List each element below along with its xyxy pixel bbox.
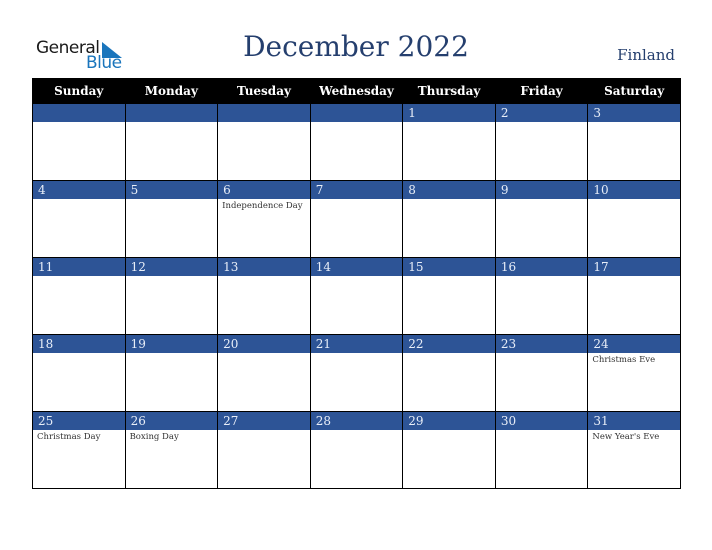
- country-label: Finland: [617, 46, 675, 64]
- weekday-header-sunday: Sunday: [32, 78, 126, 104]
- day-cell[interactable]: 10: [587, 180, 681, 258]
- day-number: 11: [33, 258, 125, 276]
- weekday-header-row: Sunday Monday Tuesday Wednesday Thursday Frid…: [32, 78, 681, 104]
- day-cell[interactable]: 23: [494, 334, 589, 412]
- day-cell[interactable]: 11: [32, 257, 126, 335]
- day-number: 13: [218, 258, 310, 276]
- day-number: 1: [403, 104, 495, 122]
- week-row: 123: [32, 103, 681, 181]
- day-cell[interactable]: 24 Christmas Eve: [587, 334, 681, 412]
- day-cell[interactable]: 21: [309, 334, 404, 412]
- day-cell[interactable]: [217, 103, 311, 181]
- day-cell[interactable]: 1: [402, 103, 496, 181]
- day-number: 20: [218, 335, 310, 353]
- day-number: 17: [588, 258, 680, 276]
- day-number: 19: [125, 335, 218, 353]
- weekday-header-friday: Friday: [494, 78, 589, 104]
- day-number: 29: [403, 412, 495, 430]
- day-number: 22: [403, 335, 495, 353]
- day-cell[interactable]: 5: [124, 180, 219, 258]
- day-cell[interactable]: 22: [402, 334, 496, 412]
- day-cell[interactable]: 2: [494, 103, 589, 181]
- day-cell[interactable]: 31 New Year's Eve: [587, 411, 681, 489]
- day-number: [33, 104, 125, 122]
- weekday-header-saturday: Saturday: [587, 78, 681, 104]
- day-number: 31: [588, 412, 680, 430]
- day-cell[interactable]: 7: [309, 180, 404, 258]
- weekday-header-thursday: Thursday: [402, 78, 496, 104]
- day-cell[interactable]: 12: [124, 257, 219, 335]
- day-cell[interactable]: 18: [32, 334, 126, 412]
- day-cell[interactable]: 13: [217, 257, 311, 335]
- day-cell[interactable]: 26 Boxing Day: [124, 411, 219, 489]
- week-row: 4 5 6 Independence Day 7 8 9 10: [32, 180, 681, 258]
- holiday-label: Christmas Day: [37, 432, 101, 442]
- day-cell[interactable]: 27: [217, 411, 311, 489]
- day-cell[interactable]: 4: [32, 180, 126, 258]
- calendar-title: December 2022: [243, 30, 469, 63]
- day-number: 18: [33, 335, 125, 353]
- day-cell[interactable]: 9: [494, 180, 589, 258]
- day-number: 4: [33, 181, 125, 199]
- day-number: 27: [218, 412, 310, 430]
- weekday-header-tuesday: Tuesday: [217, 78, 311, 104]
- day-cell[interactable]: 30: [494, 411, 589, 489]
- day-number: 14: [310, 258, 403, 276]
- day-number: 9: [495, 181, 588, 199]
- day-number: 16: [495, 258, 588, 276]
- day-number: 8: [403, 181, 495, 199]
- week-row: 18 19 20 21 22 23 24 Christmas Eve: [32, 334, 681, 412]
- week-row: 11 12 13 14 15 16 17: [32, 257, 681, 335]
- day-cell[interactable]: 25 Christmas Day: [32, 411, 126, 489]
- day-number: 23: [495, 335, 588, 353]
- day-number: [310, 104, 403, 122]
- day-number: [125, 104, 218, 122]
- day-cell[interactable]: 19: [124, 334, 219, 412]
- day-cell[interactable]: 6 Independence Day: [217, 180, 311, 258]
- day-number: 6: [218, 181, 310, 199]
- day-number: 25: [33, 412, 125, 430]
- day-cell[interactable]: 20: [217, 334, 311, 412]
- day-cell[interactable]: [124, 103, 219, 181]
- day-number: 5: [125, 181, 218, 199]
- week-row: 25 Christmas Day 26 Boxing Day 27 28 29 30 31 New…: [32, 411, 681, 489]
- weekday-header-monday: Monday: [124, 78, 219, 104]
- day-number: 7: [310, 181, 403, 199]
- day-number: 21: [310, 335, 403, 353]
- holiday-label: Independence Day: [222, 201, 303, 211]
- day-number: 15: [403, 258, 495, 276]
- day-number: 3: [588, 104, 680, 122]
- day-number: 30: [495, 412, 588, 430]
- day-cell[interactable]: 14: [309, 257, 404, 335]
- day-cell[interactable]: 3: [587, 103, 681, 181]
- calendar-grid: Sunday Monday Tuesday Wednesday Thursday Frid…: [32, 78, 681, 489]
- day-number: 26: [125, 412, 218, 430]
- holiday-label: Boxing Day: [129, 432, 179, 442]
- day-cell[interactable]: [32, 103, 126, 181]
- holiday-label: Christmas Eve: [592, 355, 656, 365]
- day-number: 28: [310, 412, 403, 430]
- day-cell[interactable]: 8: [402, 180, 496, 258]
- day-cell[interactable]: 29: [402, 411, 496, 489]
- day-number: [218, 104, 310, 122]
- day-cell[interactable]: [309, 103, 404, 181]
- day-cell[interactable]: 17: [587, 257, 681, 335]
- day-cell[interactable]: 16: [494, 257, 589, 335]
- weekday-header-wednesday: Wednesday: [309, 78, 404, 104]
- day-number: 12: [125, 258, 218, 276]
- day-cell[interactable]: 28: [309, 411, 404, 489]
- day-number: 24: [588, 335, 680, 353]
- day-number: 10: [588, 181, 680, 199]
- holiday-label: New Year's Eve: [592, 432, 660, 442]
- day-cell[interactable]: 15: [402, 257, 496, 335]
- day-number: 2: [495, 104, 588, 122]
